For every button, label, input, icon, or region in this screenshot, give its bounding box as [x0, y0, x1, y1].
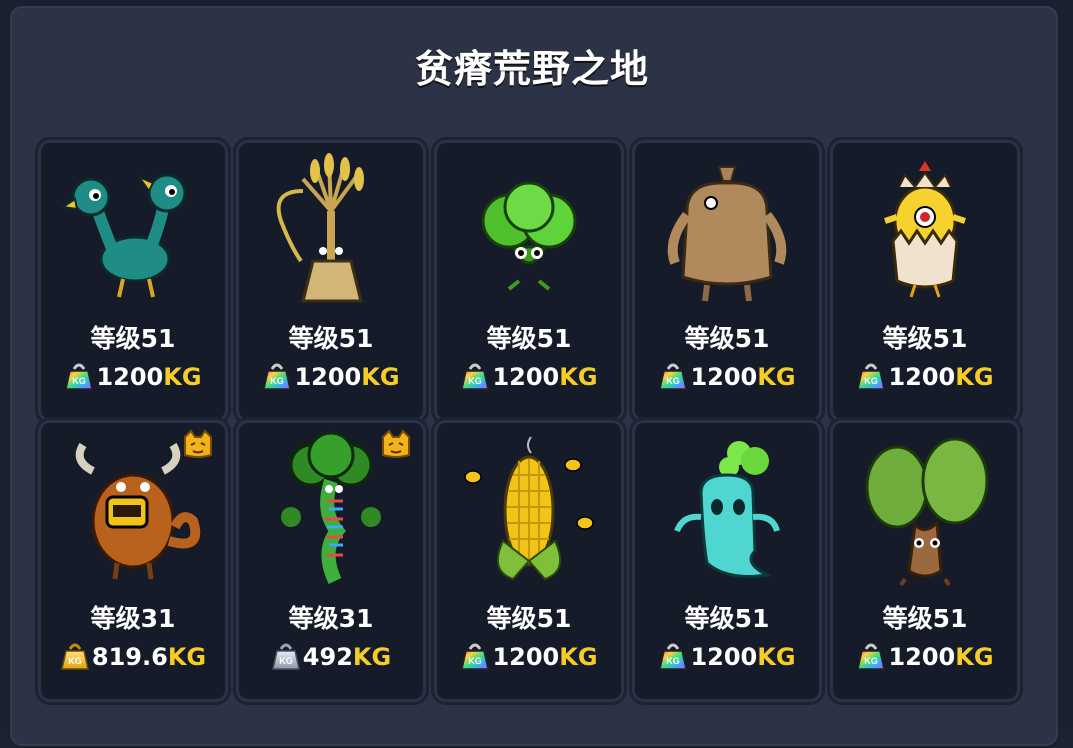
level-label: 等级51 [684, 324, 770, 353]
weight-label: KG 819.6KG [41, 641, 225, 671]
level-label: 等级51 [882, 604, 968, 633]
rainbow-kg-weight-icon: KG [659, 643, 688, 670]
svg-text:KG: KG [865, 376, 879, 386]
rainbow-kg-weight-icon: KG [857, 643, 886, 670]
rarity-badge-icon [382, 429, 410, 458]
rainbow-kg-weight-icon: KG [65, 363, 94, 390]
ghost-creature-art [674, 441, 780, 578]
level-label: 等级51 [486, 604, 572, 633]
game-frame: 贫瘠荒野之地 等级51 KG 1200KG 等级51 KG 1200KG 等级5… [0, 0, 1073, 748]
wheat-creature-art [276, 153, 364, 303]
weight-label: KG 1200KG [635, 361, 819, 391]
silver-kg-weight-icon: KG [271, 643, 300, 670]
rarity-badge-icon [184, 429, 212, 458]
level-label: 等级31 [288, 604, 374, 633]
creature-card[interactable]: 等级31 KG 819.6KG [38, 420, 228, 702]
rainbow-kg-weight-icon: KG [461, 643, 490, 670]
level-label: 等级51 [90, 324, 176, 353]
svg-text:KG: KG [667, 376, 681, 386]
creature-card[interactable]: 等级51 KG 1200KG [830, 420, 1020, 702]
creature-card[interactable]: 等级51 KG 1200KG [236, 140, 426, 422]
creature-card[interactable]: 等级51 KG 1200KG [632, 420, 822, 702]
creature-card[interactable]: 等级51 KG 1200KG [632, 140, 822, 422]
creature-card[interactable]: 等级51 KG 1200KG [434, 140, 624, 422]
svg-text:KG: KG [271, 376, 285, 386]
creature-card[interactable]: 等级31 KG 492KG [236, 420, 426, 702]
rainbow-kg-weight-icon: KG [857, 363, 886, 390]
rainbow-kg-weight-icon: KG [461, 363, 490, 390]
svg-text:KG: KG [667, 656, 681, 666]
cactus-creature-art [865, 437, 989, 587]
weight-label: KG 1200KG [635, 641, 819, 671]
svg-text:KG: KG [865, 656, 879, 666]
svg-text:KG: KG [73, 376, 87, 386]
level-label: 等级51 [486, 324, 572, 353]
level-label: 等级51 [882, 324, 968, 353]
level-label: 等级51 [288, 324, 374, 353]
svg-text:KG: KG [469, 656, 483, 666]
weight-label: KG 1200KG [437, 641, 621, 671]
svg-text:KG: KG [68, 656, 82, 666]
gold-kg-weight-icon: KG [60, 643, 89, 670]
weight-label: KG 1200KG [239, 361, 423, 391]
weight-label: KG 1200KG [833, 361, 1017, 391]
corn-creature-art [464, 436, 594, 581]
rainbow-kg-weight-icon: KG [659, 363, 688, 390]
weight-label: KG 1200KG [437, 361, 621, 391]
svg-text:KG: KG [279, 656, 293, 666]
svg-text:KG: KG [469, 376, 483, 386]
weight-label: KG 1200KG [41, 361, 225, 391]
weight-label: KG 492KG [239, 641, 423, 671]
rainbow-kg-weight-icon: KG [263, 363, 292, 390]
level-label: 等级51 [684, 604, 770, 633]
page-title: 贫瘠荒野之地 [414, 47, 649, 91]
creature-card[interactable]: 等级51 KG 1200KG [830, 140, 1020, 422]
level-label: 等级31 [90, 604, 176, 633]
sack-creature-art [667, 166, 787, 302]
two-headed-bird-art [60, 173, 187, 298]
creature-card[interactable]: 等级51 KG 1200KG [38, 140, 228, 422]
weight-label: KG 1200KG [833, 641, 1017, 671]
lettuce-creature-art [481, 181, 577, 291]
egg-chick-art [884, 161, 966, 298]
creature-card[interactable]: 等级51 KG 1200KG [434, 420, 624, 702]
